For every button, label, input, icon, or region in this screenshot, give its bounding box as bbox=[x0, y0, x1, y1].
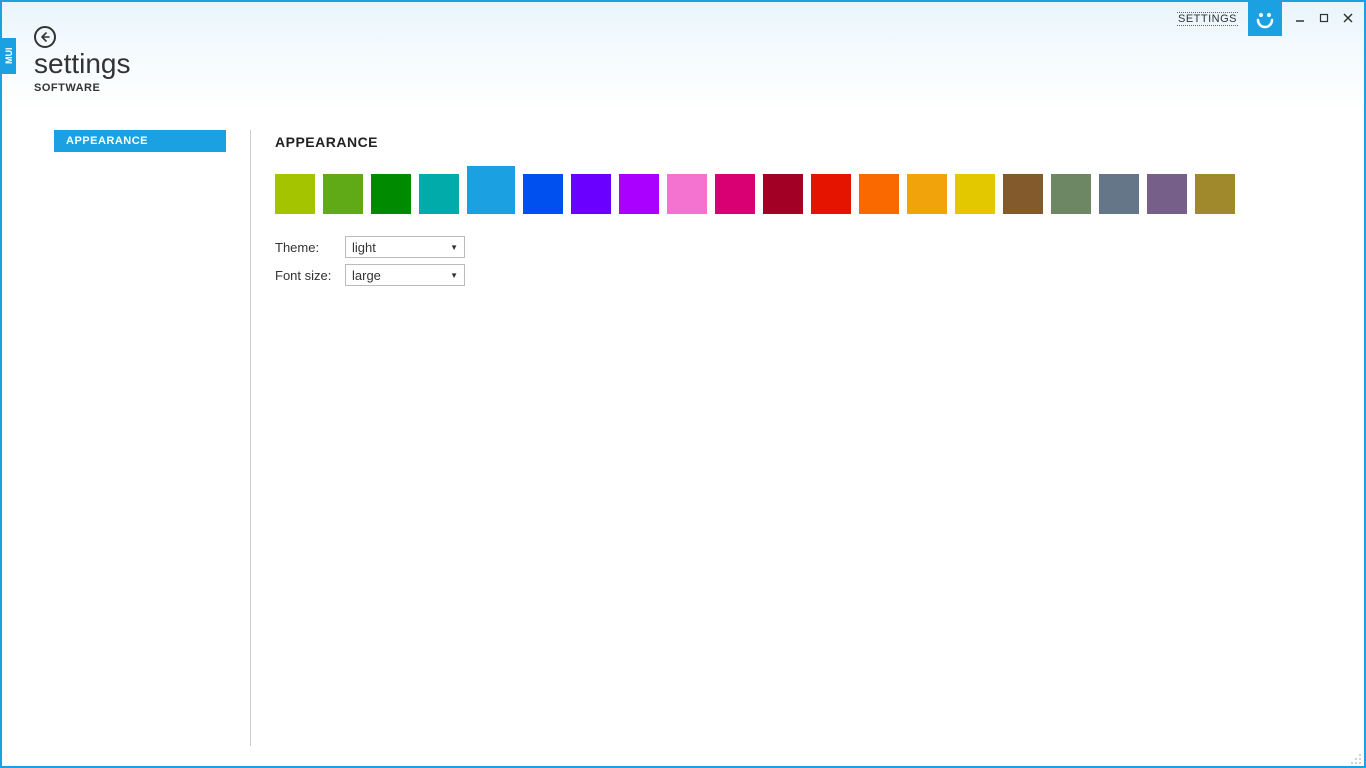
theme-value: light bbox=[352, 240, 376, 255]
page-subtitle: SOFTWARE bbox=[34, 82, 131, 94]
mui-tab[interactable]: MUI bbox=[2, 38, 16, 74]
color-swatch[interactable] bbox=[1003, 174, 1043, 214]
theme-combobox[interactable]: light ▼ bbox=[345, 236, 465, 258]
color-swatch[interactable] bbox=[667, 174, 707, 214]
color-swatch[interactable] bbox=[619, 174, 659, 214]
vertical-divider bbox=[250, 130, 251, 746]
fontsize-label: Font size: bbox=[275, 268, 345, 283]
color-swatch[interactable] bbox=[323, 174, 363, 214]
sidebar-item-appearance[interactable]: APPEARANCE bbox=[54, 130, 226, 152]
theme-row: Theme: light ▼ bbox=[275, 236, 1344, 258]
color-swatch[interactable] bbox=[371, 174, 411, 214]
smile-icon bbox=[1253, 7, 1277, 31]
section-heading-appearance: APPEARANCE bbox=[275, 134, 1344, 150]
color-swatch[interactable] bbox=[1051, 174, 1091, 214]
window-caption: SETTINGS bbox=[1177, 2, 1364, 34]
maximize-button[interactable] bbox=[1314, 8, 1334, 28]
arrow-left-icon bbox=[39, 31, 51, 43]
color-swatch[interactable] bbox=[419, 174, 459, 214]
settings-sidebar: APPEARANCE bbox=[54, 130, 226, 746]
color-swatch[interactable] bbox=[571, 174, 611, 214]
fontsize-combobox[interactable]: large ▼ bbox=[345, 264, 465, 286]
color-swatch[interactable] bbox=[715, 174, 755, 214]
color-swatch[interactable] bbox=[955, 174, 995, 214]
color-swatch[interactable] bbox=[1195, 174, 1235, 214]
header-gradient bbox=[2, 2, 1364, 112]
page-header: settings SOFTWARE bbox=[34, 26, 131, 94]
color-swatch[interactable] bbox=[1099, 174, 1139, 214]
minimize-button[interactable] bbox=[1290, 8, 1310, 28]
fontsize-value: large bbox=[352, 268, 381, 283]
fontsize-row: Font size: large ▼ bbox=[275, 264, 1344, 286]
chevron-down-icon: ▼ bbox=[450, 271, 458, 280]
color-swatch[interactable] bbox=[763, 174, 803, 214]
color-swatch[interactable] bbox=[275, 174, 315, 214]
accent-color-swatches bbox=[275, 166, 1344, 214]
close-button[interactable] bbox=[1338, 8, 1358, 28]
caption-settings-link[interactable]: SETTINGS bbox=[1177, 12, 1238, 26]
app-window: MUI SETTINGS settings SOFTWARE bbox=[0, 0, 1366, 768]
sidebar-item-label: APPEARANCE bbox=[66, 135, 148, 147]
chevron-down-icon: ▼ bbox=[450, 243, 458, 252]
color-swatch[interactable] bbox=[859, 174, 899, 214]
color-swatch[interactable] bbox=[523, 174, 563, 214]
resize-grip[interactable] bbox=[1350, 752, 1362, 764]
color-swatch[interactable] bbox=[811, 174, 851, 214]
settings-content: APPEARANCE Theme: light ▼ Font size: lar… bbox=[275, 130, 1344, 746]
logo-tile bbox=[1248, 2, 1282, 36]
theme-label: Theme: bbox=[275, 240, 345, 255]
color-swatch[interactable] bbox=[1147, 174, 1187, 214]
color-swatch[interactable] bbox=[467, 166, 515, 214]
page-body: APPEARANCE APPEARANCE Theme: light ▼ Fon… bbox=[54, 130, 1344, 746]
back-button[interactable] bbox=[34, 26, 56, 48]
color-swatch[interactable] bbox=[907, 174, 947, 214]
page-title: settings bbox=[34, 48, 131, 80]
